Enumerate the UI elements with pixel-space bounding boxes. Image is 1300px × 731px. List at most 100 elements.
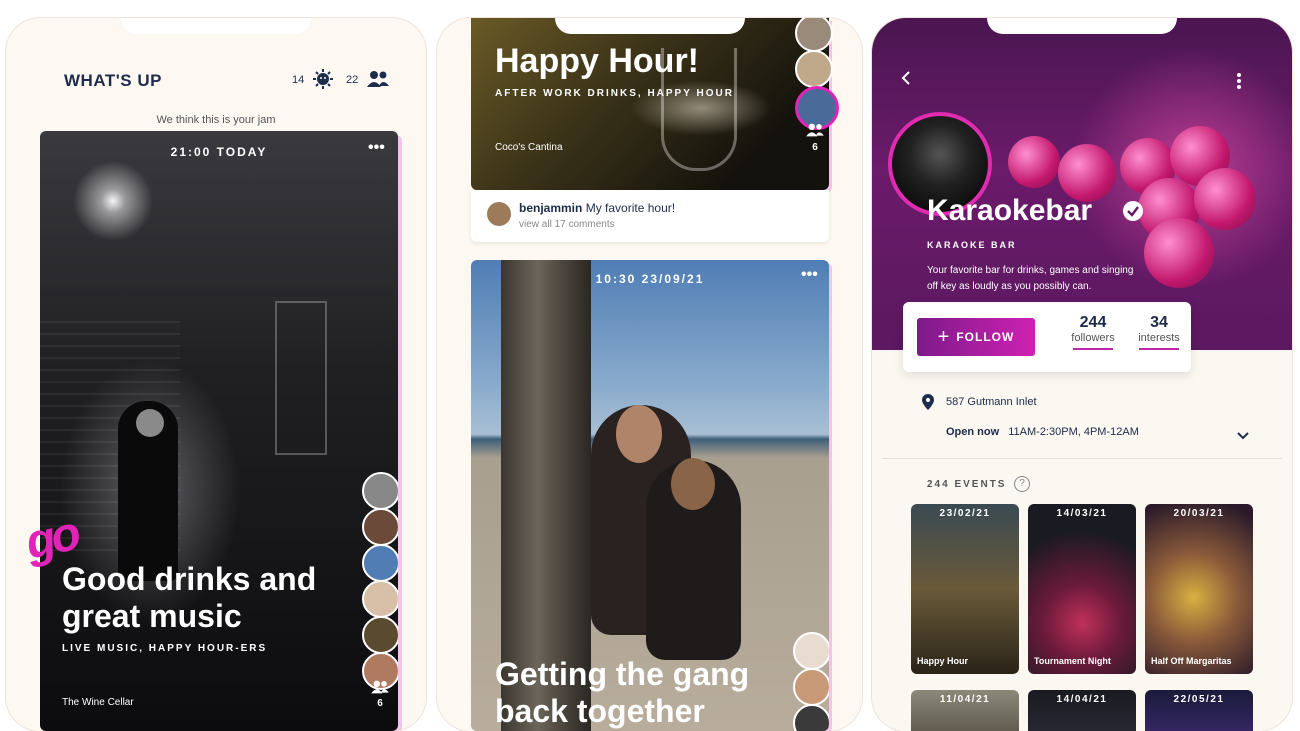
more-options-icon[interactable]: ••• — [368, 139, 385, 157]
event-tile[interactable]: 22/05/21 — [1145, 690, 1253, 731]
followers-underline — [1073, 348, 1113, 350]
card-photo-window — [275, 301, 327, 455]
phone-notch — [987, 18, 1177, 34]
avatar — [362, 616, 398, 654]
open-status: Open now — [946, 426, 1000, 438]
view-comments-link[interactable]: view all 17 comments — [519, 219, 615, 230]
card-photo-head — [671, 458, 715, 510]
event-tile-name: Tournament Night — [1034, 656, 1111, 666]
event-title-line-1: Getting the gang — [495, 656, 750, 692]
phone-whats-up: WHAT'S UP 14 22 We think this is your ja… — [6, 18, 426, 731]
comment-username[interactable]: benjammin — [519, 201, 582, 215]
event-tile[interactable]: 14/03/21 Tournament Night — [1028, 504, 1136, 674]
people-icon — [805, 122, 825, 143]
event-tile-name: Half Off Margaritas — [1151, 656, 1232, 666]
event-tags: LIVE MUSIC, HAPPY HOUR-ERS — [62, 643, 268, 654]
event-tile[interactable]: 14/04/21 — [1028, 690, 1136, 731]
chevron-down-icon[interactable] — [1236, 428, 1250, 446]
attendee-count: 6 — [812, 142, 818, 153]
venue-name[interactable]: The Wine Cellar — [62, 697, 134, 708]
page-title: WHAT'S UP — [64, 71, 162, 90]
help-icon[interactable]: ? — [1014, 476, 1030, 492]
phone-notch — [121, 18, 311, 34]
event-tags: AFTER WORK DRINKS, HAPPY HOUR — [495, 88, 734, 99]
event-title-line-2: great music — [62, 598, 242, 634]
venue-name: Karaokebar — [927, 194, 1093, 227]
people-icon — [370, 679, 390, 700]
verified-badge-icon — [1122, 200, 1144, 227]
feed-subtitle: We think this is your jam — [156, 114, 276, 126]
followers-label: followers — [1071, 332, 1115, 344]
divider — [882, 458, 1282, 459]
performer-head — [136, 409, 164, 437]
phone-event-feed: Happy Hour! AFTER WORK DRINKS, HAPPY HOU… — [437, 18, 862, 731]
event-time: 21:00 TODAY — [170, 145, 268, 159]
followers-count: 244 — [1079, 314, 1107, 331]
events-header: 244 EVENTS — [927, 479, 1007, 490]
avatar — [793, 668, 829, 706]
avatar — [793, 704, 829, 731]
pool-ball — [1144, 218, 1214, 288]
comment-text: My favorite hour! — [585, 201, 676, 215]
pool-ball — [1008, 136, 1060, 188]
event-tile[interactable]: 20/03/21 Half Off Margaritas — [1145, 504, 1253, 674]
pool-ball — [1194, 168, 1256, 230]
followers-stat[interactable]: 244 followers — [1053, 314, 1133, 350]
card-photo-head — [616, 405, 662, 463]
location-pin-icon — [922, 394, 934, 415]
attendee-avatars[interactable] — [795, 18, 839, 130]
event-tile-name: Happy Hour — [917, 656, 969, 666]
venue-description-line-2: off key as loudly as you possibly can. — [927, 281, 1092, 292]
app-logo: go — [21, 507, 82, 570]
event-tile[interactable]: 23/02/21 Happy Hour — [911, 504, 1019, 674]
interests-label: interests — [1138, 332, 1180, 344]
event-tile-date: 22/05/21 — [1173, 694, 1225, 705]
event-tile-date: 20/03/21 — [1173, 508, 1225, 519]
avatar — [362, 580, 398, 618]
event-tile-date: 14/03/21 — [1056, 508, 1108, 519]
avatar — [362, 508, 398, 546]
sun-face-icon[interactable] — [312, 68, 334, 95]
more-options-icon[interactable] — [1236, 72, 1242, 95]
interests-underline — [1139, 348, 1179, 350]
event-tile-date: 11/04/21 — [939, 694, 991, 705]
avatar — [362, 544, 398, 582]
event-card[interactable]: 21:00 TODAY ••• Good drinks and great mu… — [40, 131, 398, 731]
event-datetime: 10:30 23/09/21 — [595, 272, 705, 286]
venue-category: KARAOKE BAR — [927, 240, 1017, 250]
attendee-count: 6 — [377, 698, 383, 709]
avatar — [793, 632, 829, 670]
phone-venue-profile: Karaokebar KARAOKE BAR Your favorite bar… — [872, 18, 1292, 731]
more-options-icon[interactable]: ••• — [801, 266, 818, 284]
attendee-avatars[interactable] — [793, 632, 829, 731]
avatar — [795, 18, 833, 52]
attendee-avatars[interactable] — [362, 472, 398, 690]
event-tile[interactable]: 11/04/21 — [911, 690, 1019, 731]
phone-notch — [554, 18, 745, 34]
interests-stat[interactable]: 34 interests — [1127, 314, 1191, 350]
event-tile-date: 23/02/21 — [939, 508, 991, 519]
event-card-happy-hour[interactable]: Happy Hour! AFTER WORK DRINKS, HAPPY HOU… — [471, 18, 829, 190]
stat-count-1: 14 — [292, 74, 305, 86]
back-chevron-icon[interactable] — [900, 70, 912, 91]
venue-name[interactable]: Coco's Cantina — [495, 142, 563, 153]
avatar — [487, 202, 511, 226]
venue-address[interactable]: 587 Gutmann Inlet — [946, 396, 1037, 408]
event-card-gang[interactable]: 10:30 23/09/21 ••• Getting the gang back… — [471, 260, 829, 731]
interests-count: 34 — [1150, 314, 1168, 331]
avatar — [795, 50, 833, 88]
event-title: Happy Hour! — [495, 42, 699, 80]
event-title-line-1: Good drinks and — [62, 561, 317, 597]
opening-hours: 11AM-2:30PM, 4PM-12AM — [1008, 426, 1139, 438]
event-tile-date: 14/04/21 — [1056, 694, 1108, 705]
comment-row[interactable]: benjammin My favorite hour! view all 17 … — [471, 190, 829, 242]
stat-count-2: 22 — [346, 74, 359, 86]
follow-card: + FOLLOW 244 followers 34 interests — [903, 302, 1191, 372]
follow-label: FOLLOW — [956, 330, 1015, 344]
avatar — [362, 472, 398, 510]
venue-description-line-1: Your favorite bar for drinks, games and … — [927, 265, 1134, 276]
follow-button[interactable]: + FOLLOW — [917, 318, 1035, 356]
plus-icon: + — [937, 325, 951, 348]
people-icon[interactable] — [366, 69, 390, 94]
event-title-line-2: back together — [495, 693, 705, 729]
